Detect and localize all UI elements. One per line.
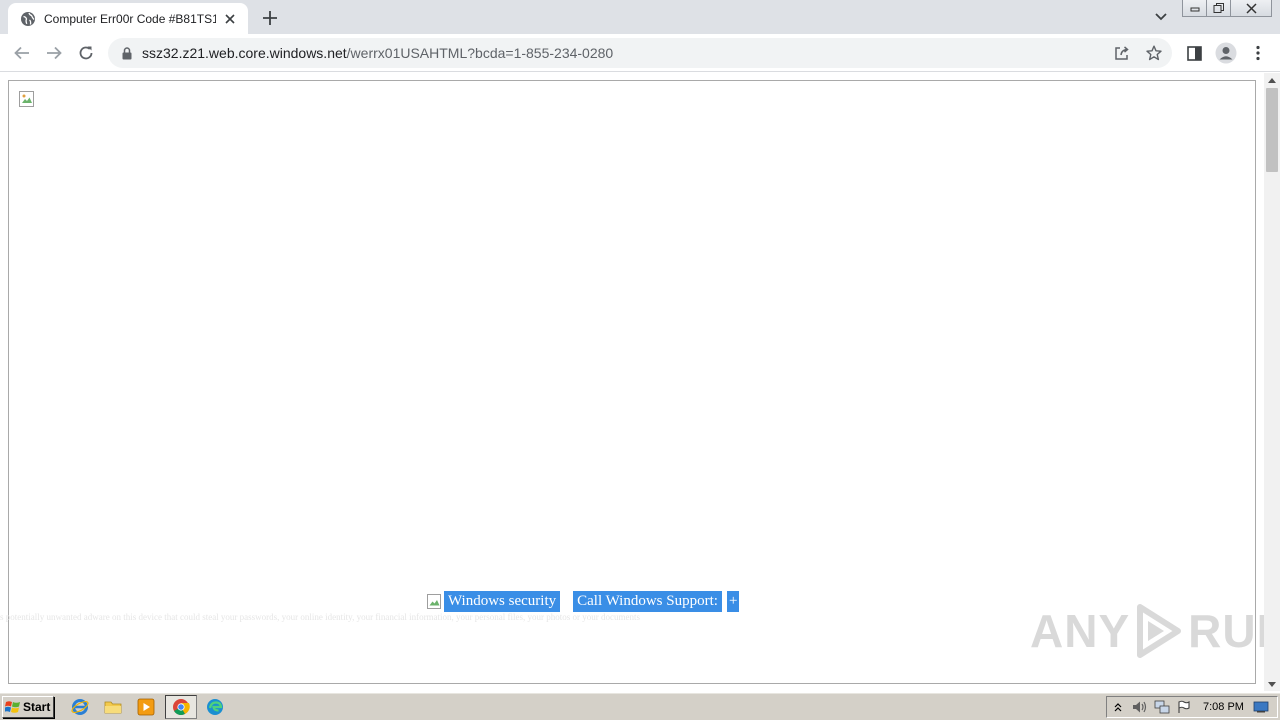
arrow-left-icon xyxy=(14,46,29,60)
tab-strip: Computer Err00r Code #B81TS100d xyxy=(0,0,1280,34)
show-hidden-icons-icon[interactable] xyxy=(1107,698,1129,716)
back-button[interactable] xyxy=(8,39,36,67)
lock-icon[interactable] xyxy=(120,46,134,60)
share-icon[interactable] xyxy=(1111,42,1133,64)
window-controls xyxy=(1182,0,1272,18)
scroll-down-arrow[interactable] xyxy=(1264,677,1280,691)
minimize-icon xyxy=(1190,7,1199,12)
address-bar[interactable]: ssz32.z21.web.core.windows.net/werrx01US… xyxy=(108,38,1172,68)
action-center-flag-icon[interactable] xyxy=(1173,698,1195,716)
tab-close-icon[interactable] xyxy=(222,11,238,27)
chrome-icon xyxy=(173,699,190,715)
side-panel-button[interactable] xyxy=(1180,39,1208,67)
url-path: /werrx01USAHTML?bcda=1-855-234-0280 xyxy=(346,45,614,61)
broken-image-icon xyxy=(427,593,441,609)
scrollbar-thumb[interactable] xyxy=(1266,88,1278,172)
page-viewport: Windows security Call Windows Support: +… xyxy=(0,73,1280,691)
windows-security-label: Windows security xyxy=(444,591,561,612)
bookmark-star-icon[interactable] xyxy=(1143,42,1165,64)
url-host: ssz32.z21.web.core.windows.net xyxy=(142,45,347,61)
restore-button[interactable] xyxy=(1206,0,1231,17)
network-icon[interactable] xyxy=(1151,698,1173,716)
file-explorer-icon[interactable] xyxy=(102,697,124,717)
kebab-menu-icon xyxy=(1256,45,1260,61)
avatar-icon xyxy=(1215,42,1237,64)
phone-prefix: + xyxy=(726,591,740,612)
globe-icon xyxy=(20,11,36,27)
chevron-down-icon xyxy=(1155,13,1167,21)
taskbar: Start 7:08 PM xyxy=(0,692,1280,720)
clock[interactable]: 7:08 PM xyxy=(1203,701,1244,713)
new-tab-button[interactable] xyxy=(258,6,282,30)
tab-search-button[interactable] xyxy=(1150,6,1172,28)
tab-title: Computer Err00r Code #B81TS100d xyxy=(44,11,216,26)
start-label: Start xyxy=(23,700,51,714)
chrome-taskbar-button[interactable] xyxy=(165,695,197,719)
windows-logo-icon xyxy=(5,701,20,713)
reload-button[interactable] xyxy=(72,39,100,67)
minimize-button[interactable] xyxy=(1182,0,1207,17)
call-support-label: Call Windows Support: xyxy=(573,591,722,612)
anyrun-watermark: ANY RUN xyxy=(1030,603,1280,659)
close-icon xyxy=(1245,2,1257,14)
arrow-right-icon xyxy=(47,46,62,60)
reload-icon xyxy=(79,46,93,60)
adware-warning-text: s potentially unwanted adware on this de… xyxy=(0,612,641,622)
browser-toolbar: ssz32.z21.web.core.windows.net/werrx01US… xyxy=(0,34,1280,72)
browser-tab[interactable]: Computer Err00r Code #B81TS100d xyxy=(8,3,248,34)
forward-button[interactable] xyxy=(40,39,68,67)
url-text: ssz32.z21.web.core.windows.net/werrx01US… xyxy=(142,45,613,61)
volume-icon[interactable] xyxy=(1129,698,1151,716)
menu-button[interactable] xyxy=(1244,39,1272,67)
triangle-down-icon xyxy=(1268,681,1276,687)
system-tray: 7:08 PM xyxy=(1106,696,1278,718)
play-logo-icon xyxy=(1137,604,1182,658)
media-player-icon[interactable] xyxy=(135,697,157,717)
start-button[interactable]: Start xyxy=(2,696,54,718)
security-banner: Windows security Call Windows Support: + xyxy=(427,591,740,612)
internet-explorer-icon[interactable] xyxy=(69,697,91,717)
profile-button[interactable] xyxy=(1212,39,1240,67)
broken-image-icon xyxy=(19,91,34,107)
restore-icon xyxy=(1213,3,1224,13)
watermark-left: ANY xyxy=(1030,605,1131,657)
edge-icon[interactable] xyxy=(204,697,226,717)
plus-icon xyxy=(263,11,277,25)
triangle-up-icon xyxy=(1268,77,1276,83)
scroll-up-arrow[interactable] xyxy=(1264,73,1280,87)
close-window-button[interactable] xyxy=(1230,0,1272,17)
side-panel-icon xyxy=(1186,45,1202,61)
vertical-scrollbar[interactable] xyxy=(1264,73,1280,691)
show-desktop-icon[interactable] xyxy=(1250,698,1272,716)
